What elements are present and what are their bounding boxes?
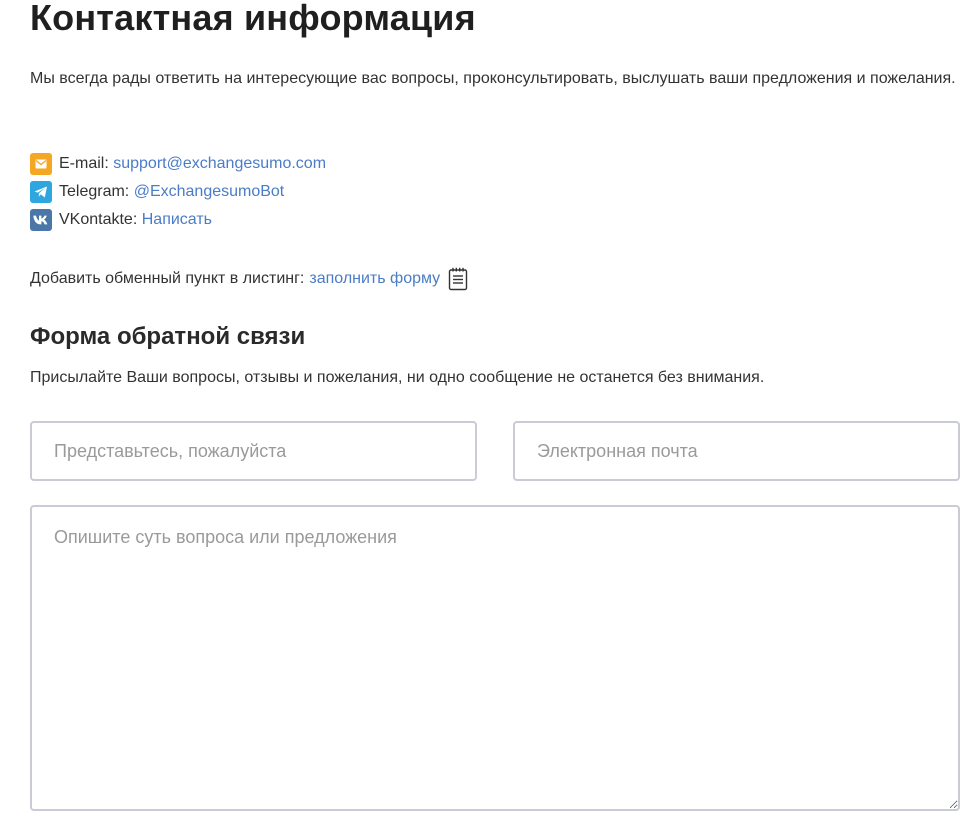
contact-telegram: Telegram: @ExchangesumoBot	[30, 178, 326, 206]
contact-telegram-label: Telegram:	[59, 183, 130, 200]
name-input[interactable]	[30, 421, 477, 481]
telegram-link[interactable]: @ExchangesumoBot	[134, 183, 285, 201]
contact-page: Контактная информация Мы всегда рады отв…	[0, 0, 980, 819]
contact-list: E-mail: support@exchangesumo.com Telegra…	[30, 150, 326, 234]
listing-label: Добавить обменный пункт в листинг:	[30, 270, 305, 287]
vk-icon	[30, 209, 52, 231]
email-input[interactable]	[513, 421, 960, 481]
intro-text: Мы всегда рады ответить на интересующие …	[30, 70, 956, 87]
fill-form-link[interactable]: заполнить форму	[309, 270, 440, 288]
contact-vk-label: VKontakte:	[59, 211, 138, 228]
message-textarea[interactable]	[30, 505, 960, 811]
feedback-title: Форма обратной связи	[30, 323, 306, 350]
listing-line: Добавить обменный пункт в листинг: запол…	[30, 264, 468, 294]
notepad-icon[interactable]	[448, 267, 468, 291]
contact-email: E-mail: support@exchangesumo.com	[30, 150, 326, 178]
email-link[interactable]: support@exchangesumo.com	[113, 155, 326, 173]
feedback-description: Присылайте Ваши вопросы, отзывы и пожела…	[30, 369, 765, 386]
email-icon	[30, 153, 52, 175]
telegram-icon	[30, 181, 52, 203]
vk-link[interactable]: Написать	[142, 211, 212, 229]
contact-email-label: E-mail:	[59, 155, 109, 172]
contact-vk: VKontakte: Написать	[30, 206, 326, 234]
page-title: Контактная информация	[30, 0, 476, 38]
